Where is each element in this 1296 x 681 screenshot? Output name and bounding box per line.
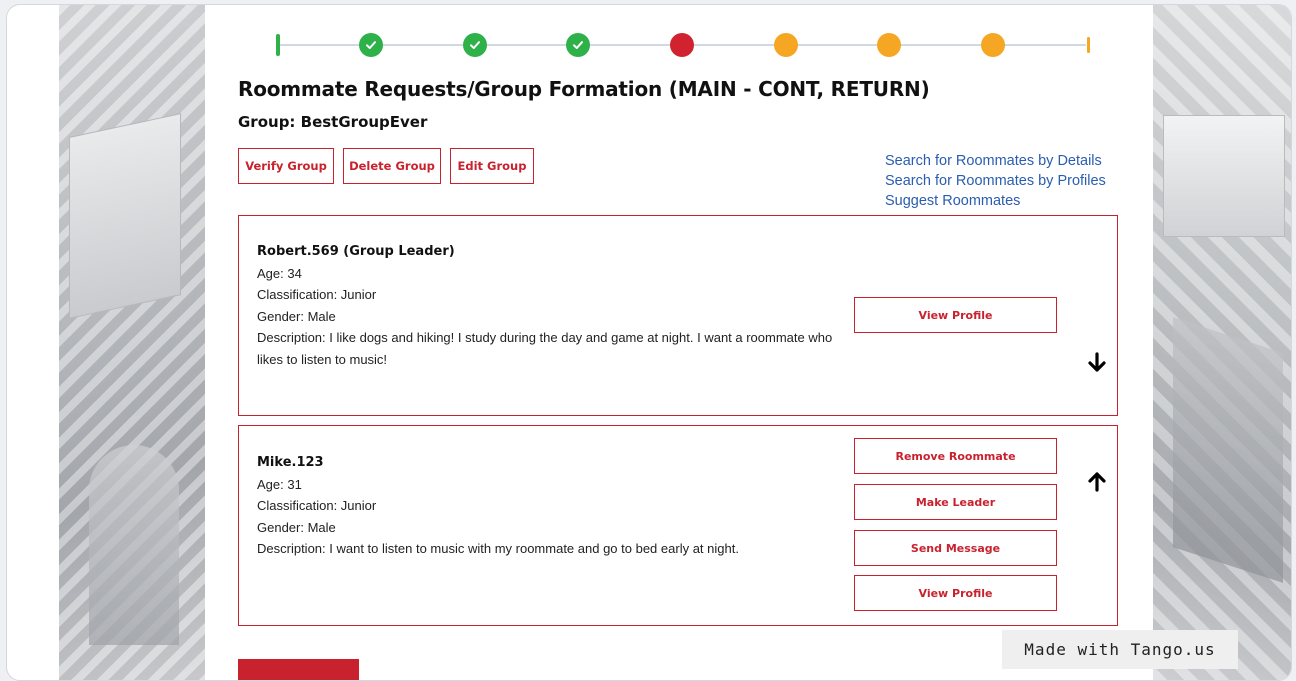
member-gender: Gender: Male <box>257 308 336 324</box>
member-name: Robert.569 (Group Leader) <box>257 244 455 259</box>
search-by-profiles-link[interactable]: Search for Roommates by Profiles <box>885 171 1106 191</box>
delete-group-button[interactable]: Delete Group <box>343 148 441 184</box>
tango-watermark: Made with Tango.us <box>1002 630 1238 669</box>
view-profile-button[interactable]: View Profile <box>854 297 1057 333</box>
move-up-arrow-icon[interactable] <box>1087 470 1107 492</box>
progress-step-done <box>566 33 590 57</box>
member-name: Mike.123 <box>257 455 324 470</box>
progress-step-todo <box>981 33 1005 57</box>
search-links: Search for Roommates by Details Search f… <box>885 151 1106 211</box>
member-classification: Classification: Junior <box>257 287 377 302</box>
member-age: Age: 34 <box>257 265 302 281</box>
remove-roommate-button[interactable]: Remove Roommate <box>854 438 1057 474</box>
progress-step-partial-left <box>276 34 280 56</box>
progress-step-todo <box>774 33 798 57</box>
member-description: Description: I like dogs and hiking! I s… <box>257 330 833 367</box>
suggest-roommates-link[interactable]: Suggest Roommates <box>885 191 1106 211</box>
move-down-arrow-icon[interactable] <box>1087 352 1107 374</box>
member-description: Description: I want to listen to music w… <box>257 541 739 556</box>
member-age: Age: 31 <box>257 476 302 492</box>
progress-step-done <box>359 33 383 57</box>
arrow-up-icon <box>1088 472 1106 492</box>
member-card: Robert.569 (Group Leader) Age: 34 Classi… <box>238 215 1118 416</box>
make-leader-button[interactable]: Make Leader <box>854 484 1057 520</box>
progress-tracker <box>272 33 1092 57</box>
member-info: Mike.123 Age: 31 Classification: Junior … <box>257 452 837 560</box>
arrow-down-icon <box>1088 352 1106 372</box>
member-card: Mike.123 Age: 31 Classification: Junior … <box>238 425 1118 626</box>
progress-step-todo <box>877 33 901 57</box>
primary-action-button[interactable] <box>238 659 359 680</box>
campus-background-right <box>1153 5 1291 680</box>
check-icon <box>366 41 376 49</box>
campus-background-left <box>59 5 205 680</box>
screenshot-frame: Roommate Requests/Group Formation (MAIN … <box>6 4 1292 681</box>
page-title: Roommate Requests/Group Formation (MAIN … <box>238 77 930 101</box>
check-icon <box>470 41 480 49</box>
send-message-button[interactable]: Send Message <box>854 530 1057 566</box>
member-info: Robert.569 (Group Leader) Age: 34 Classi… <box>257 241 837 370</box>
view-profile-button[interactable]: View Profile <box>854 575 1057 611</box>
search-by-details-link[interactable]: Search for Roommates by Details <box>885 151 1106 171</box>
edit-group-button[interactable]: Edit Group <box>450 148 534 184</box>
verify-group-button[interactable]: Verify Group <box>238 148 334 184</box>
progress-step-partial-right <box>1087 37 1090 53</box>
member-classification: Classification: Junior <box>257 498 377 513</box>
group-name: Group: BestGroupEver <box>238 113 428 131</box>
progress-step-current <box>670 33 694 57</box>
check-icon <box>573 41 583 49</box>
member-gender: Gender: Male <box>257 519 336 535</box>
progress-step-done <box>463 33 487 57</box>
